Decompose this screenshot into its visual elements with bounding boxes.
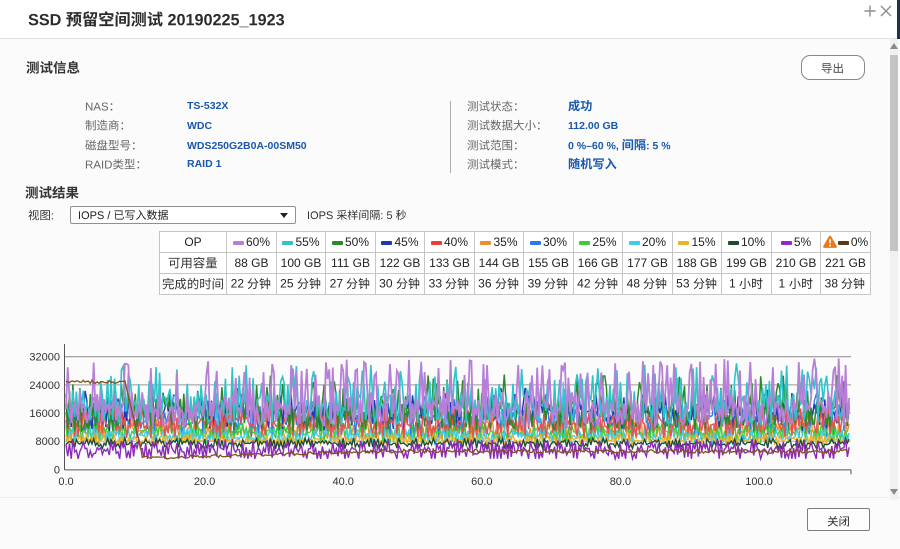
svg-text:8000: 8000 xyxy=(36,436,60,448)
svg-text:80.0: 80.0 xyxy=(610,476,631,488)
svg-text:16000: 16000 xyxy=(29,408,60,420)
svg-text:40.0: 40.0 xyxy=(332,476,353,488)
svg-text:100.0: 100.0 xyxy=(745,476,773,488)
svg-text:0: 0 xyxy=(54,464,60,476)
svg-text:20.0: 20.0 xyxy=(194,476,215,488)
svg-text:60.0: 60.0 xyxy=(471,476,492,488)
svg-text:24000: 24000 xyxy=(29,380,60,392)
svg-text:32000: 32000 xyxy=(29,352,60,364)
svg-text:0.0: 0.0 xyxy=(58,476,73,488)
